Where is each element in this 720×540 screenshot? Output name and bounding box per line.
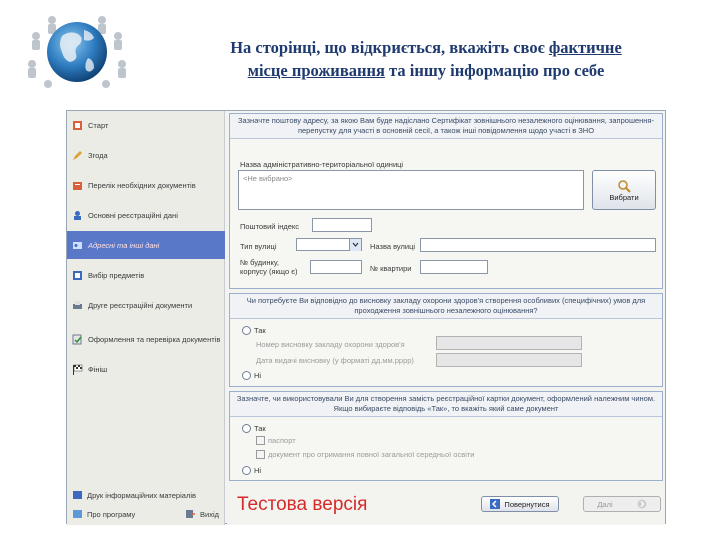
- search-icon: [618, 179, 631, 193]
- document-panel: Зазначте, чи використовували Ви для ство…: [229, 391, 663, 481]
- address-panel: Зазначте поштову адресу, за якою Вам буд…: [229, 113, 663, 289]
- document-yes-label: Так: [254, 424, 266, 433]
- sidebar-item-label: Вибір предметів: [88, 270, 145, 280]
- sidebar-item-print[interactable]: Друге реєстраційні документи: [67, 291, 225, 319]
- exit-icon: [186, 510, 195, 518]
- choose-button[interactable]: Вибрати: [592, 170, 656, 210]
- street-name-input[interactable]: [420, 238, 656, 252]
- user-data-icon: [74, 210, 81, 220]
- building-label: № будинку, корпусу (якщо є): [240, 258, 298, 276]
- sidebar-item-subjects[interactable]: Вибір предметів: [67, 261, 225, 289]
- about-icon: [73, 510, 82, 518]
- info-materials-icon: [73, 491, 82, 499]
- territorial-label: Назва адміністративно-територіальної оди…: [240, 160, 404, 169]
- footer-bar: Тестова версія Повернутися Далі: [227, 484, 665, 525]
- building-input[interactable]: [310, 260, 362, 274]
- exit-link[interactable]: Вихід: [185, 509, 219, 519]
- medical-date-label: Дата видачі висновку (у форматі дд.мм.рр…: [256, 356, 414, 365]
- pencil-icon: [73, 150, 82, 160]
- sidebar-item-label: Оформлення та перевірка документів: [88, 334, 221, 344]
- street-type-label: Тип вулиці: [240, 242, 277, 251]
- sidebar: Старт Згода Перелік необхідних документі…: [67, 111, 225, 484]
- territorial-field[interactable]: <Не вибрано>: [238, 170, 584, 210]
- sidebar-item-label: Фініш: [88, 364, 108, 374]
- passport-label: паспорт: [268, 436, 296, 445]
- sidebar-item-start[interactable]: Старт: [67, 111, 225, 139]
- document-panel-header: Зазначте, чи використовували Ви для ство…: [230, 392, 662, 417]
- document-no-label: Ні: [254, 466, 262, 475]
- education-doc-label: документ про отримання повної загальної …: [268, 450, 475, 459]
- apartment-label: № квартири: [370, 264, 412, 273]
- special-no-radio[interactable]: [242, 371, 251, 380]
- sidebar-item-label: Згода: [88, 150, 108, 160]
- slide-title-underline1: фактичне: [548, 38, 622, 57]
- choose-button-label: Вибрати: [609, 192, 639, 202]
- sidebar-item-label: Друге реєстраційні документи: [88, 300, 193, 310]
- sidebar-item-label: Перелік необхідних документів: [88, 180, 196, 190]
- postal-code-input[interactable]: [312, 218, 372, 232]
- finish-flag-icon: [73, 364, 83, 375]
- slide-title: На сторінці, що відкриється, вкажіть сво…: [176, 36, 676, 82]
- street-name-label: Назва вулиці: [370, 242, 416, 251]
- sidebar-item-label: Основні реєстраційні дані: [88, 210, 178, 220]
- next-arrow-icon: [637, 499, 647, 509]
- document-yes-radio[interactable]: [242, 424, 251, 433]
- test-version-label: Тестова версія: [237, 494, 368, 515]
- slide-title-part2: та іншу інформацію про себе: [384, 61, 605, 80]
- sidebar-item-agreement[interactable]: Згода: [67, 141, 225, 169]
- back-button[interactable]: Повернутися: [481, 496, 559, 512]
- sidebar-item-address[interactable]: Адресні та інші дані: [67, 231, 225, 259]
- medical-number-input[interactable]: [436, 336, 582, 350]
- print-icon: [73, 300, 82, 309]
- subjects-icon: [73, 270, 82, 280]
- documents-icon: [73, 181, 82, 190]
- sidebar-item-check-docs[interactable]: Оформлення та перевірка документів: [67, 321, 225, 357]
- sidebar-item-finish[interactable]: Фініш: [67, 355, 225, 383]
- sidebar-bottom: Друк інформаційних матеріалів Про програ…: [67, 484, 225, 525]
- back-arrow-icon: [490, 499, 501, 509]
- chevron-down-icon: [349, 239, 361, 251]
- postal-code-label: Поштовий індекс: [240, 222, 300, 231]
- globe-people-icon: [22, 6, 132, 94]
- document-no-radio[interactable]: [242, 466, 251, 475]
- special-yes-label: Так: [254, 326, 266, 335]
- start-icon: [73, 120, 82, 130]
- slide-title-underline2: місце проживання: [247, 61, 385, 80]
- sidebar-item-main-data[interactable]: Основні реєстраційні дані: [67, 201, 225, 229]
- next-button-label: Далі: [597, 499, 613, 509]
- info-materials-label: Друк інформаційних матеріалів: [87, 490, 196, 500]
- about-label: Про програму: [87, 509, 136, 519]
- special-no-label: Ні: [254, 371, 262, 380]
- medical-number-label: Номер висновку закладу охорони здоров'я: [256, 340, 405, 349]
- passport-checkbox[interactable]: [256, 436, 265, 445]
- slide-title-part1: На сторінці, що відкриється, вкажіть сво…: [230, 38, 549, 57]
- sidebar-item-documents[interactable]: Перелік необхідних документів: [67, 171, 225, 199]
- street-type-select[interactable]: [296, 238, 362, 251]
- address-icon: [73, 241, 82, 249]
- education-doc-checkbox[interactable]: [256, 450, 265, 459]
- back-button-label: Повернутися: [504, 499, 550, 509]
- info-materials-link[interactable]: Друк інформаційних матеріалів: [72, 490, 196, 500]
- medical-date-input[interactable]: [436, 353, 582, 367]
- address-panel-header: Зазначте поштову адресу, за якою Вам буд…: [230, 114, 662, 139]
- sidebar-item-label: Старт: [88, 120, 109, 130]
- special-conditions-panel: Чи потребуєте Ви відповідно до висновку …: [229, 293, 663, 387]
- apartment-input[interactable]: [420, 260, 488, 274]
- sidebar-item-label: Адресні та інші дані: [88, 240, 160, 250]
- main-content: Зазначте поштову адресу, за якою Вам буд…: [227, 111, 665, 484]
- special-yes-radio[interactable]: [242, 326, 251, 335]
- check-doc-icon: [72, 334, 82, 344]
- exit-label: Вихід: [200, 509, 219, 519]
- special-conditions-header: Чи потребуєте Ви відповідно до висновку …: [230, 294, 662, 319]
- app-window: Старт Згода Перелік необхідних документі…: [66, 110, 666, 525]
- territorial-placeholder: <Не вибрано>: [243, 174, 293, 183]
- about-link[interactable]: Про програму: [72, 509, 135, 519]
- next-button[interactable]: Далі: [583, 496, 661, 512]
